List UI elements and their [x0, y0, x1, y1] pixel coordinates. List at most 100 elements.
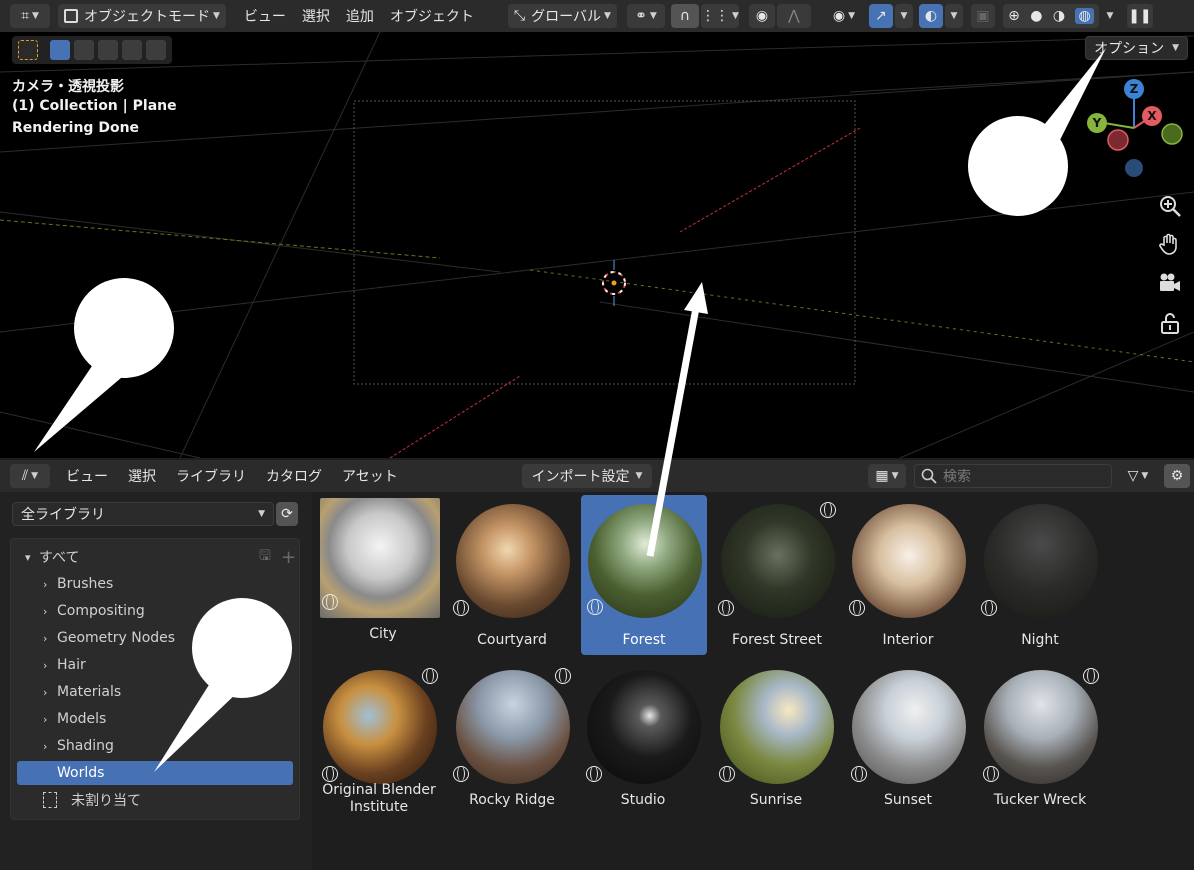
material-shading-icon[interactable]: ◑ — [1053, 8, 1065, 24]
select-invert-icon[interactable] — [122, 40, 142, 60]
ab-menu-library[interactable]: ライブラリ — [168, 466, 254, 486]
import-settings-dropdown[interactable]: インポート設定 ▼ — [522, 464, 652, 488]
filter-button[interactable]: ▽ ▼ — [1118, 464, 1158, 488]
ab-menu-view[interactable]: ビュー — [58, 466, 116, 486]
wireframe-shading-icon[interactable]: ⊕ — [1008, 8, 1020, 24]
asset-browser-header: ⫽ ▼ ビュー 選択 ライブラリ カタログ アセット インポート設定 ▼ ▦ ▼ 検索… — [0, 460, 1194, 492]
options-dropdown[interactable]: オプション ▼ — [1085, 36, 1188, 60]
asset-tile-forest[interactable]: Forest — [581, 495, 707, 655]
pivot-point-button[interactable]: ⚭ ▼ — [626, 4, 665, 28]
globe-icon — [1083, 668, 1099, 684]
search-field[interactable]: 検索 — [914, 464, 1112, 488]
globe-icon — [586, 766, 602, 782]
asset-tile-forest-street[interactable]: Forest Street — [714, 498, 840, 648]
asset-tile-sunrise[interactable]: Sunrise — [713, 664, 839, 814]
globe-icon — [849, 600, 865, 616]
catalog-root-label: すべて — [39, 550, 80, 566]
xray-toggle[interactable]: ▣ — [970, 4, 995, 28]
globe-icon — [820, 502, 836, 518]
globe-icon — [422, 668, 438, 684]
mode-dropdown[interactable]: オブジェクトモード ▼ — [58, 4, 226, 28]
select-extend-icon[interactable] — [74, 40, 94, 60]
proportional-edit-toggle[interactable]: ◉ — [748, 4, 775, 28]
menu-select[interactable]: 選択 — [294, 6, 338, 26]
asset-thumbnail — [984, 670, 1098, 784]
shading-modes[interactable]: ⊕ ● ◑ ◍ — [1002, 4, 1099, 28]
import-settings-label: インポート設定 — [531, 469, 630, 485]
select-tool-icon[interactable] — [18, 40, 38, 60]
neg-x-axis-icon[interactable] — [1107, 129, 1129, 151]
zoom-icon[interactable] — [1158, 194, 1182, 218]
catalog-item-brushes[interactable]: › Brushes — [43, 572, 113, 596]
asset-label: Night — [1021, 632, 1059, 648]
x-axis-label: X — [1147, 109, 1157, 123]
catalog-item-hair[interactable]: › Hair — [43, 653, 86, 677]
refresh-library-button[interactable]: ⟳ — [276, 502, 298, 526]
asset-thumbnail — [320, 498, 440, 618]
catalog-item-models[interactable]: › Models — [43, 707, 106, 731]
asset-tile-city[interactable]: City — [320, 498, 446, 642]
navigation-gizmo[interactable]: Z X Y — [1084, 78, 1190, 184]
shading-dropdown[interactable]: ▼ — [1101, 4, 1119, 28]
asset-label: Forest Street — [732, 632, 822, 648]
catalog-root-all[interactable]: ▾ すべて 🖫 + — [25, 545, 296, 569]
add-catalog-icon[interactable]: + — [281, 547, 296, 568]
visibility-button[interactable]: ◉ ▼ — [825, 4, 863, 28]
save-catalogs-icon[interactable]: 🖫 — [259, 545, 271, 569]
asset-tile-courtyard[interactable]: Courtyard — [449, 498, 575, 648]
overlay-toggle[interactable]: ◐ — [918, 4, 943, 28]
select-intersect-icon[interactable] — [146, 40, 166, 60]
asset-tile-studio[interactable]: Studio — [580, 664, 706, 814]
globe-icon — [851, 766, 867, 782]
editor-type-button[interactable]: ⌗ ▼ — [10, 4, 50, 28]
ab-menu-catalog[interactable]: カタログ — [258, 466, 330, 486]
rendered-shading-icon[interactable]: ◍ — [1075, 8, 1094, 24]
menu-object[interactable]: オブジェクト — [382, 6, 482, 26]
catalog-item-shading[interactable]: › Shading — [43, 734, 114, 758]
snap-toggle[interactable]: ∩ — [670, 4, 699, 28]
overlay-dropdown[interactable]: ▼ — [944, 4, 963, 28]
settings-button[interactable]: ⚙ — [1164, 464, 1190, 488]
library-dropdown[interactable]: 全ライブラリ ▼ — [12, 502, 274, 526]
catalog-item-unassigned[interactable]: 未割り当て — [43, 788, 141, 812]
camera-view-icon[interactable] — [1158, 271, 1182, 295]
display-mode-button[interactable]: ▦ ▼ — [868, 464, 906, 488]
select-new-icon[interactable] — [50, 40, 70, 60]
ab-menu-asset[interactable]: アセット — [334, 466, 406, 486]
asset-thumbnail — [984, 504, 1098, 618]
chevron-right-icon: › — [43, 631, 48, 645]
falloff-button[interactable]: ⋀ — [776, 4, 811, 28]
catalog-item-materials[interactable]: › Materials — [43, 680, 121, 704]
asset-tile-rocky-ridge[interactable]: Rocky Ridge — [449, 664, 575, 814]
select-subtract-icon[interactable] — [98, 40, 118, 60]
asset-tile-night[interactable]: Night — [977, 498, 1103, 648]
transform-orientation-dropdown[interactable]: ⤡ グローバル ▼ — [507, 4, 617, 28]
lock-icon[interactable] — [1158, 311, 1182, 335]
3d-viewport[interactable]: カメラ・透視投影 (1) Collection | Plane Renderin… — [0, 32, 1194, 458]
asset-tile-sunset[interactable]: Sunset — [845, 664, 971, 814]
orientation-label: グローバル — [531, 9, 601, 25]
pause-render-button[interactable]: ❚❚ — [1126, 4, 1153, 28]
menu-add[interactable]: 追加 — [338, 6, 382, 26]
chevron-down-icon: ▾ — [25, 550, 31, 564]
catalog-label: Geometry Nodes — [57, 630, 176, 646]
neg-y-axis-icon[interactable] — [1161, 123, 1183, 145]
neg-z-axis-icon[interactable] — [1125, 159, 1143, 177]
asset-thumbnail — [588, 504, 702, 618]
solid-shading-icon[interactable]: ● — [1030, 8, 1042, 24]
hand-pan-icon[interactable] — [1158, 232, 1182, 256]
catalog-item-geometry-nodes[interactable]: › Geometry Nodes — [43, 626, 175, 650]
asset-tile-interior[interactable]: Interior — [845, 498, 971, 648]
asset-tile-original-blender-institute[interactable]: Original Blender Institute — [316, 664, 442, 824]
catalog-item-compositing[interactable]: › Compositing — [43, 599, 145, 623]
editor-type-button-assets[interactable]: ⫽ ▼ — [10, 464, 50, 488]
snap-target-button[interactable]: ⋮⋮ ▼ — [700, 4, 739, 28]
asset-tile-tucker-wreck[interactable]: Tucker Wreck — [977, 664, 1103, 814]
gizmo-dropdown[interactable]: ▼ — [894, 4, 913, 28]
menu-view[interactable]: ビュー — [236, 6, 294, 26]
globe-icon — [453, 600, 469, 616]
catalog-item-worlds[interactable]: Worlds — [17, 761, 293, 785]
gizmo-toggle[interactable]: ↗ — [868, 4, 893, 28]
ab-menu-select[interactable]: 選択 — [120, 466, 164, 486]
gizmo-icon: ↗ — [875, 8, 887, 24]
